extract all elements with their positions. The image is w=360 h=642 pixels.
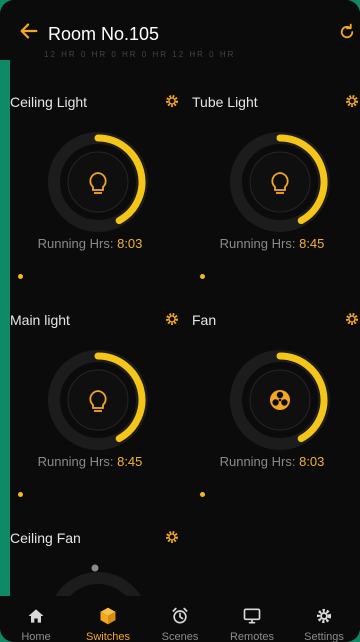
- running-hours-label: Running Hrs:: [219, 236, 296, 251]
- device-name: Fan: [192, 312, 217, 328]
- running-hours: Running Hrs: 8:45: [182, 236, 360, 251]
- nav-scenes[interactable]: Scenes: [144, 596, 216, 642]
- running-hours: Running Hrs: 8:03: [182, 454, 360, 469]
- previous-row-labels: 12 HR 0 HR 0 HR 0 HR 12 HR 0 HR: [44, 50, 236, 59]
- gear-icon[interactable]: [344, 311, 360, 327]
- gear-icon[interactable]: [164, 529, 180, 545]
- running-hours-label: Running Hrs:: [37, 454, 114, 469]
- nav-label: Settings: [304, 631, 344, 642]
- gear-icon: [316, 608, 332, 624]
- gear-icon[interactable]: [164, 93, 180, 109]
- status-dot: [200, 492, 205, 497]
- nav-settings[interactable]: Settings: [288, 596, 360, 642]
- gear-icon[interactable]: [164, 311, 180, 327]
- device-name: Main light: [10, 312, 70, 328]
- running-hours-value: 8:03: [117, 236, 143, 251]
- device-name: Ceiling Light: [10, 94, 88, 110]
- running-hours-label: Running Hrs:: [37, 236, 114, 251]
- page-title: Room No.105: [48, 24, 160, 44]
- dial-knob: [91, 564, 99, 572]
- running-hours: Running Hrs: 8:03: [0, 236, 180, 251]
- dimmer-dial[interactable]: [220, 122, 340, 242]
- nav-label: Remotes: [229, 631, 275, 642]
- fan-icon: [270, 390, 290, 410]
- status-dot: [18, 274, 23, 279]
- cube-icon: [100, 607, 116, 625]
- nav-label: Scenes: [161, 631, 199, 642]
- status-dot: [200, 274, 205, 279]
- gear-icon[interactable]: [344, 93, 360, 109]
- alarm-clock-icon: [172, 607, 188, 624]
- device-name: Ceiling Fan: [10, 530, 81, 546]
- dimmer-dial[interactable]: [38, 340, 158, 460]
- dimmer-dial[interactable]: [220, 340, 340, 460]
- home-icon: [28, 609, 44, 623]
- running-hours-value: 8:45: [117, 454, 143, 469]
- nav-label: Home: [21, 631, 51, 642]
- running-hours-value: 8:03: [299, 454, 325, 469]
- status-dot: [18, 492, 23, 497]
- app-screen: Room No.105 12 HR 0 HR 0 HR 0 HR 12 HR 0…: [0, 0, 360, 642]
- running-hours-value: 8:45: [299, 236, 325, 251]
- nav-home[interactable]: Home: [0, 596, 72, 642]
- dimmer-dial[interactable]: [38, 122, 158, 242]
- nav-remotes[interactable]: Remotes: [216, 596, 288, 642]
- nav-switches[interactable]: Switches: [72, 596, 144, 642]
- device-name: Tube Light: [192, 94, 258, 110]
- arrow-left-icon[interactable]: [18, 20, 40, 42]
- running-hours: Running Hrs: 8:45: [0, 454, 180, 469]
- nav-label: Switches: [85, 631, 131, 642]
- dimmer-dial[interactable]: [38, 558, 158, 598]
- refresh-icon[interactable]: [338, 23, 356, 41]
- running-hours-label: Running Hrs:: [219, 454, 296, 469]
- monitor-icon: [243, 608, 261, 624]
- bottom-navigation: Home Switches Scenes Remotes Settings: [0, 596, 360, 642]
- header: Room No.105 12 HR 0 HR 0 HR 0 HR 12 HR 0…: [0, 0, 360, 60]
